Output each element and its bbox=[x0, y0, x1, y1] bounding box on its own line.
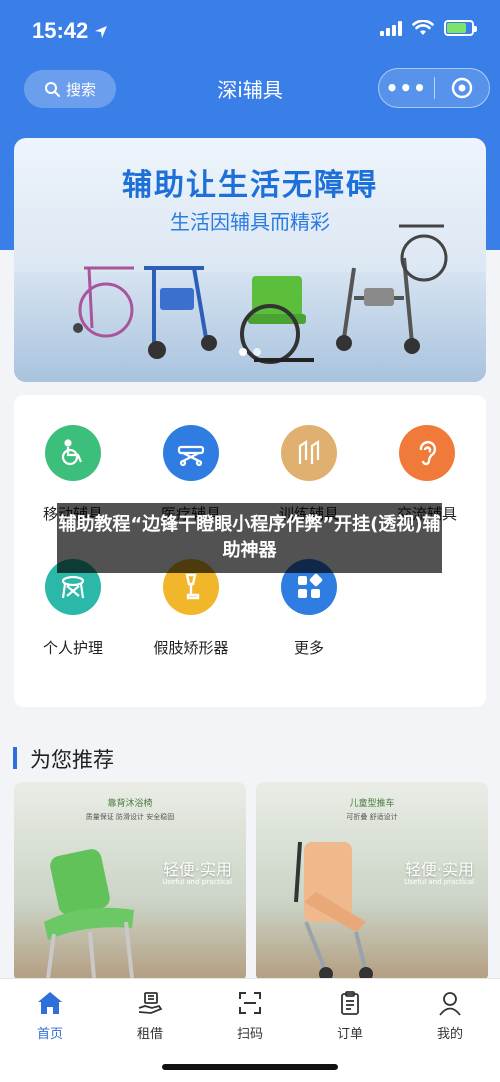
banner-pager bbox=[14, 348, 486, 356]
product-card[interactable]: 靠背沐浴椅 质量保证 防滑设计 安全稳固 轻便·实用 Useful and pr… bbox=[14, 782, 246, 982]
promo-banner[interactable]: 辅助让生活无障碍 生活因辅具而精彩 bbox=[14, 138, 486, 382]
ear-icon bbox=[399, 425, 455, 481]
product-slogan: 轻便·实用 bbox=[162, 860, 232, 879]
home-icon bbox=[38, 992, 62, 1014]
status-bar: 15:42 bbox=[0, 0, 500, 62]
tab-rent[interactable]: 租借 bbox=[100, 989, 200, 1042]
wheelchairs-illustration bbox=[73, 224, 448, 364]
banner-dot bbox=[239, 348, 247, 356]
wifi-icon bbox=[412, 20, 434, 35]
category-item[interactable]: 个人护理 bbox=[14, 559, 132, 658]
product-slogan-en: Useful and practical bbox=[162, 878, 232, 886]
scan-icon bbox=[239, 992, 261, 1014]
target-circle-icon[interactable] bbox=[434, 77, 489, 99]
navbar: 搜索 深i辅具 ••• bbox=[0, 66, 500, 110]
stretcher-icon bbox=[163, 425, 219, 481]
mini-program-capsule: ••• bbox=[378, 68, 490, 108]
battery-level bbox=[447, 23, 467, 33]
category-label: 假肢矫形器 bbox=[153, 639, 229, 657]
tab-scan[interactable]: 扫码 bbox=[200, 989, 300, 1042]
signal-icon bbox=[380, 20, 402, 36]
category-item[interactable]: 更多 bbox=[250, 559, 368, 658]
more-dots-icon[interactable]: ••• bbox=[379, 76, 434, 100]
tab-profile[interactable]: 我的 bbox=[400, 989, 500, 1042]
battery-icon bbox=[444, 20, 477, 36]
section-accent-bar bbox=[13, 747, 17, 769]
clipboard-icon bbox=[341, 991, 359, 1015]
product-slogan: 轻便·实用 bbox=[404, 860, 474, 879]
status-time: 15:42 bbox=[32, 18, 108, 44]
user-icon bbox=[439, 992, 461, 1016]
overlay-caption: 辅助教程“边锋干瞪眼小程序作弊”开挂(透视)辅助神器 bbox=[57, 503, 442, 573]
product-card[interactable]: 儿童型推车 可折叠 舒适设计 轻便·实用 Useful and practica… bbox=[256, 782, 488, 982]
home-indicator bbox=[162, 1064, 338, 1070]
hand-rent-icon bbox=[138, 992, 163, 1014]
product-slogan-en: Useful and practical bbox=[404, 878, 474, 886]
wheelchair-icon bbox=[45, 425, 101, 481]
category-item[interactable]: 假肢矫形器 bbox=[132, 559, 250, 658]
tab-orders[interactable]: 订单 bbox=[300, 989, 400, 1042]
banner-dot bbox=[253, 348, 261, 356]
category-label: 个人护理 bbox=[42, 639, 103, 657]
location-arrow-icon bbox=[95, 26, 108, 39]
tab-home[interactable]: 首页 bbox=[0, 989, 100, 1042]
parallel-bars-icon bbox=[281, 425, 337, 481]
recommend-title: 为您推荐 bbox=[30, 748, 114, 772]
category-label: 更多 bbox=[293, 639, 324, 657]
